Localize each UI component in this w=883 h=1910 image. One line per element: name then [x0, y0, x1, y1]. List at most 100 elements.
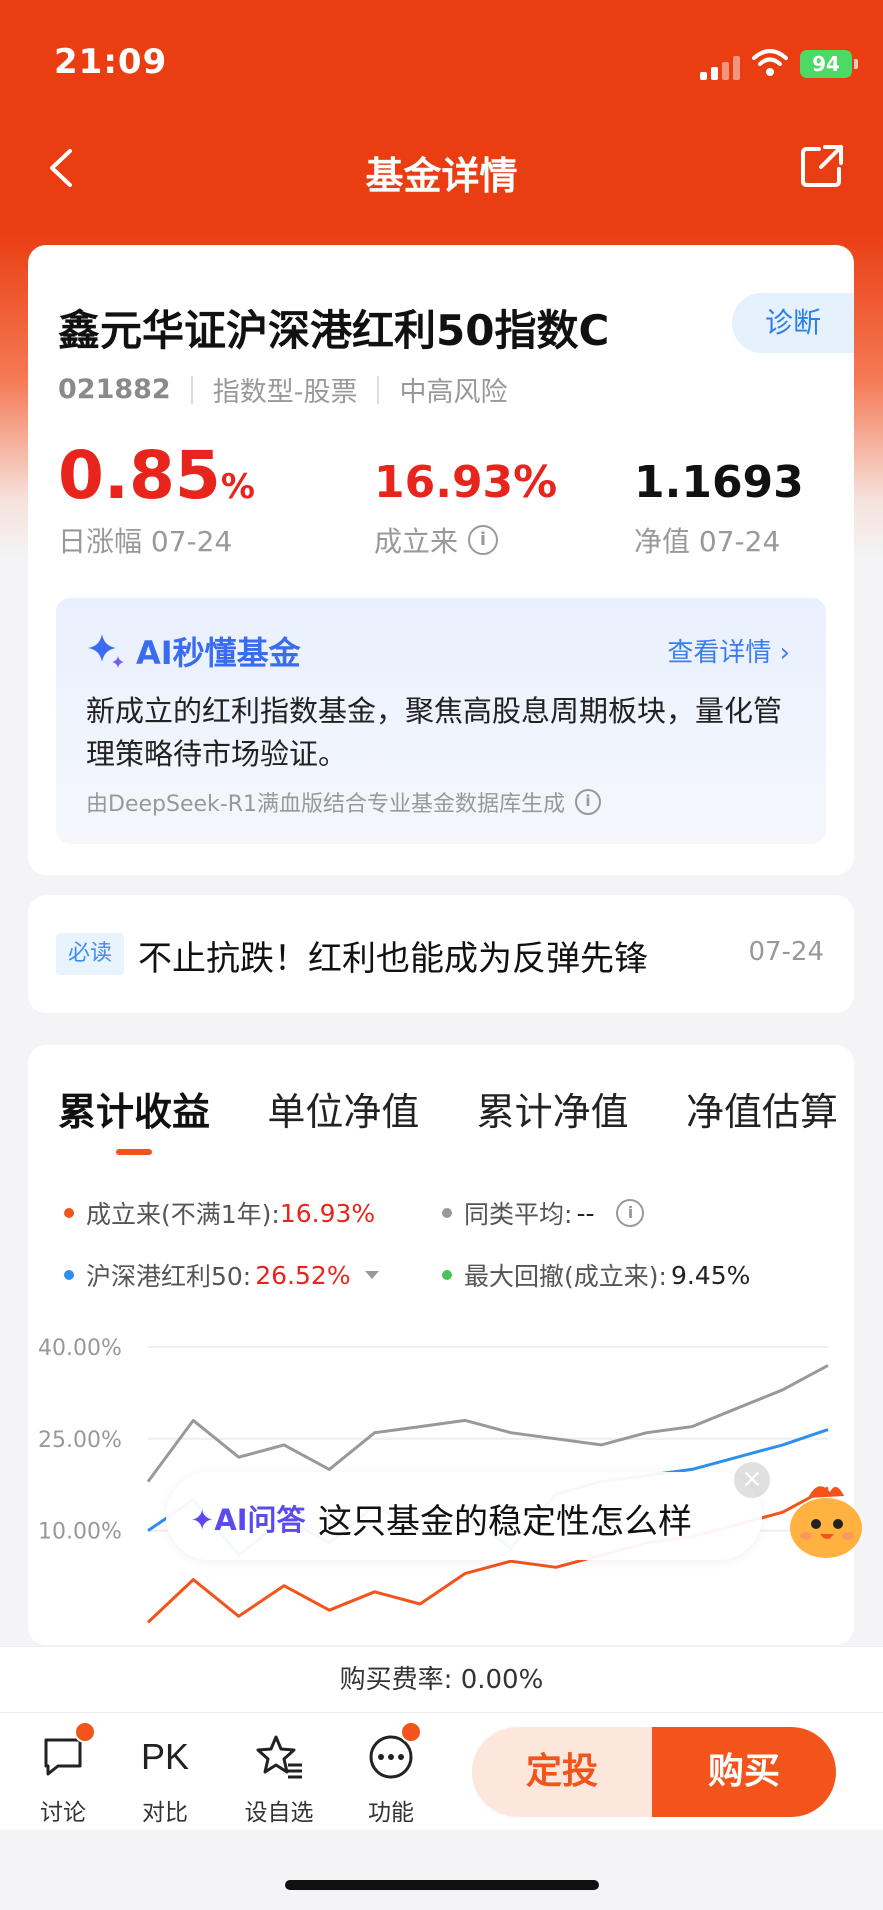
legend-index-value: 26.52% — [255, 1260, 351, 1290]
more-icon — [346, 1721, 436, 1785]
fund-code: 021882 — [58, 374, 171, 405]
ai-ask-question: 这只基金的稳定性怎么样 — [318, 1502, 692, 1542]
sparkle-icon — [88, 634, 124, 668]
diagnose-button[interactable]: 诊断 — [732, 293, 854, 353]
battery-indicator: 94 — [800, 50, 858, 78]
legend-dot — [442, 1270, 452, 1280]
fund-meta: 021882 指数型-股票 中高风险 — [58, 370, 507, 409]
nav-value: 1.1693 — [634, 457, 804, 508]
ai-summary-text: 新成立的红利指数基金，聚焦高股息周期板块，量化管理策略待市场验证。 — [86, 694, 783, 771]
legend-peer-value: -- — [576, 1198, 595, 1228]
share-icon[interactable] — [797, 141, 847, 191]
y-tick-label: 10.00% — [38, 1520, 122, 1545]
legend-since-value: 16.93% — [279, 1198, 376, 1228]
chat-bubble-icon — [18, 1721, 108, 1785]
ai-detail-text: 查看详情 — [667, 638, 772, 668]
status-bar: 21:09 94 — [0, 0, 883, 120]
tab-nav-estimate[interactable]: 净值估算 — [686, 1081, 838, 1136]
ai-ask-label-text: AI问答 — [214, 1503, 306, 1537]
legend-drawdown-value: 9.45% — [670, 1260, 751, 1290]
home-indicator — [285, 1880, 599, 1890]
fee-bar: 购买费率: 0.00% — [0, 1646, 883, 1712]
ai-ask-label: ✦AI问答 — [190, 1497, 306, 1539]
chart-tabs: 累计收益 单位净值 累计净值 净值估算 — [58, 1081, 838, 1155]
news-date: 07-24 — [748, 937, 824, 967]
compare-button[interactable]: PK 对比 — [120, 1729, 210, 1827]
daily-change-number: 0.85 — [58, 437, 221, 514]
since-inception-value: 16.93% — [374, 457, 558, 508]
chick-mascot-icon[interactable] — [778, 1470, 874, 1566]
daily-change-value: 0.85% — [58, 437, 255, 514]
tab-cumulative-return[interactable]: 累计收益 — [58, 1081, 210, 1155]
functions-button[interactable]: 功能 — [346, 1721, 436, 1827]
daily-change-unit: % — [220, 467, 255, 507]
nav-label: 净值 07-24 — [634, 525, 781, 558]
since-inception-label: 成立来 — [374, 525, 459, 558]
fee-value: 0.00% — [460, 1665, 544, 1695]
battery-level: 94 — [812, 52, 840, 76]
tab-unit-nav[interactable]: 单位净值 — [267, 1081, 419, 1136]
legend-since-inception: 成立来(不满1年): 16.93% — [64, 1195, 375, 1231]
notification-dot — [400, 1721, 422, 1743]
star-list-icon — [234, 1729, 324, 1785]
sparkle-icon: ✦ — [190, 1503, 215, 1537]
info-icon[interactable]: i — [468, 525, 499, 555]
legend-dot — [442, 1208, 452, 1218]
buy-button[interactable]: 购买 — [652, 1727, 836, 1817]
nav-bar: 基金详情 — [0, 125, 883, 215]
auto-invest-button[interactable]: 定投 — [472, 1727, 652, 1817]
ai-summary-note: 由DeepSeek-R1满血版结合专业基金数据库生成 i — [86, 786, 601, 818]
legend-dot — [64, 1270, 74, 1280]
legend-peer-label: 同类平均: — [464, 1200, 573, 1229]
pk-glyph: PK — [140, 1736, 190, 1777]
daily-change-stat: 0.85% 日涨幅 07-24 — [58, 437, 255, 560]
nav-stat: 1.1693 净值 07-24 — [634, 457, 804, 560]
close-icon[interactable]: × — [734, 1462, 770, 1498]
home-bar — [0, 1830, 883, 1910]
discuss-button[interactable]: 讨论 — [18, 1721, 108, 1827]
dropdown-triangle-icon — [364, 1271, 379, 1279]
wifi-icon — [752, 49, 788, 76]
peer-series-line — [146, 1364, 829, 1483]
fund-name: 鑫元华证沪深港红利50指数C — [58, 306, 610, 355]
fee-label: 购买费率: — [339, 1665, 453, 1695]
bottom-toolbar: 讨论 PK 对比 设自选 功能 定投 购买 — [0, 1712, 883, 1830]
legend-dot — [64, 1208, 74, 1218]
ai-ask-bubble[interactable]: ✦AI问答 这只基金的稳定性怎么样 × — [166, 1462, 770, 1560]
must-read-badge: 必读 — [56, 933, 124, 975]
since-inception-stat: 16.93% 成立来 i — [374, 457, 557, 560]
fund-risk: 中高风险 — [399, 377, 508, 408]
y-tick-label: 25.00% — [38, 1428, 122, 1453]
ai-summary-title: AI秒懂基金 — [86, 628, 301, 674]
legend-drawdown-label: 最大回撤(成立来): — [464, 1262, 667, 1291]
legend-since-label: 成立来(不满1年): — [86, 1200, 280, 1229]
chevron-right-icon: › — [779, 638, 790, 668]
ai-summary-box[interactable]: AI秒懂基金 查看详情 › 新成立的红利指数基金，聚焦高股息周期板块，量化管理策… — [56, 598, 826, 844]
daily-change-label: 日涨幅 07-24 — [58, 525, 233, 558]
ai-summary-title-text: AI秒懂基金 — [136, 634, 301, 672]
fund-header-card: 鑫元华证沪深港红利50指数C 诊断 021882 指数型-股票 中高风险 0.8… — [28, 245, 854, 875]
compare-label: 对比 — [142, 1800, 188, 1826]
legend-peer-average: 同类平均: -- i — [442, 1195, 645, 1231]
discuss-label: 讨论 — [40, 1800, 86, 1826]
fund-type: 指数型-股票 — [212, 377, 358, 408]
legend-index[interactable]: 沪深港红利50: 26.52% — [64, 1257, 379, 1293]
watchlist-label: 设自选 — [244, 1800, 314, 1826]
tab-cumulative-nav[interactable]: 累计净值 — [477, 1081, 629, 1136]
page-title: 基金详情 — [365, 154, 518, 198]
notification-dot — [74, 1721, 96, 1743]
functions-label: 功能 — [368, 1800, 414, 1826]
info-icon[interactable]: i — [616, 1199, 645, 1227]
since-inception-label-row: 成立来 i — [374, 520, 557, 560]
legend-max-drawdown: 最大回撤(成立来): 9.45% — [442, 1257, 750, 1293]
news-card[interactable]: 必读 不止抗跌！红利也能成为反弹先锋 07-24 — [28, 895, 854, 1013]
ai-note-text: 由DeepSeek-R1满血版结合专业基金数据库生成 — [86, 792, 565, 817]
watchlist-button[interactable]: 设自选 — [234, 1729, 324, 1827]
status-time: 21:09 — [54, 42, 168, 82]
divider — [377, 375, 380, 404]
info-icon[interactable]: i — [574, 789, 601, 815]
news-title: 不止抗跌！红利也能成为反弹先锋 — [138, 939, 648, 979]
pk-icon: PK — [120, 1729, 210, 1785]
signal-icon — [700, 56, 744, 80]
ai-detail-link[interactable]: 查看详情 › — [667, 632, 790, 669]
